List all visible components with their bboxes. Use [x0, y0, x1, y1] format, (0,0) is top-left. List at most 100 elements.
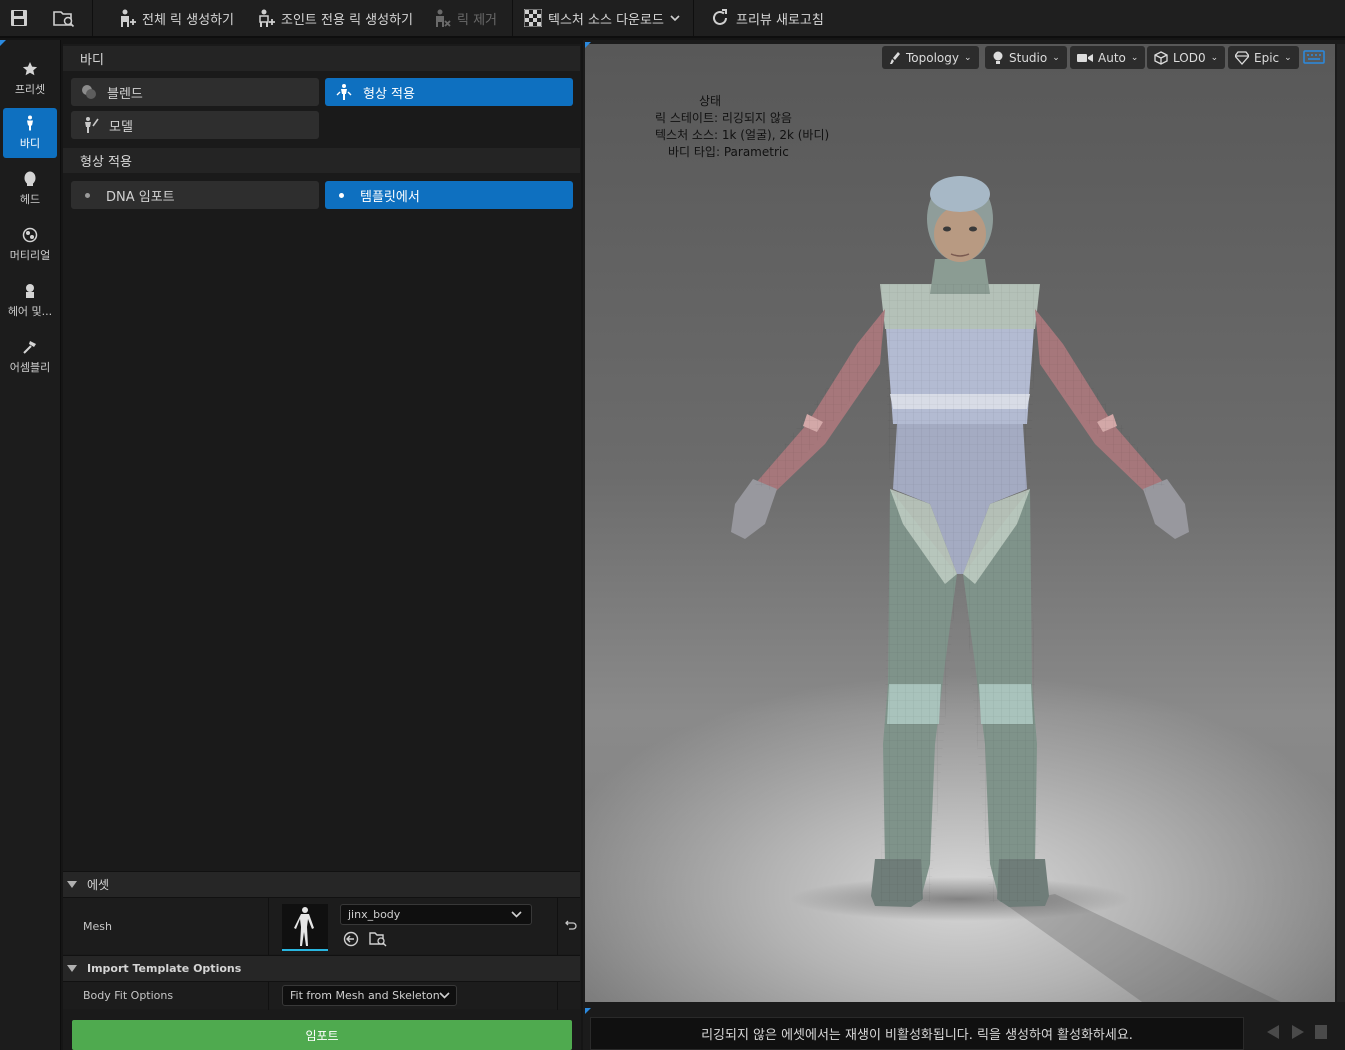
- body-fit-options-row: Body Fit Options Fit from Mesh and Skele…: [63, 981, 580, 1010]
- joints-rig-icon: [259, 9, 275, 27]
- keyboard-icon[interactable]: [1303, 50, 1325, 67]
- chevron-down-icon: ⌄: [964, 52, 972, 63]
- brush-icon: [890, 51, 900, 64]
- model-label: 모델: [109, 119, 133, 135]
- asset-section-title: 에셋: [87, 878, 110, 892]
- import-options-header[interactable]: Import Template Options: [63, 955, 580, 981]
- fit-shape-button[interactable]: 형상 적용: [325, 78, 573, 106]
- character-model: [731, 176, 1281, 1002]
- dna-import-label: DNA 임포트: [106, 189, 175, 205]
- collapse-arrow-icon: [67, 965, 77, 972]
- chevron-down-icon: ⌄: [1130, 52, 1139, 63]
- nav-item-label: 헤드: [19, 193, 41, 206]
- body-section-header: 바디: [63, 46, 580, 71]
- nav-item-label: 어셈블리: [9, 361, 51, 374]
- refresh-icon: [713, 9, 727, 25]
- chevron-down-icon: [439, 992, 450, 999]
- fit-section-title: 형상 적용: [80, 155, 132, 170]
- corner-marker: [0, 40, 6, 46]
- fit-shape-label: 형상 적용: [363, 86, 415, 102]
- lod-label: LOD0: [1173, 50, 1206, 65]
- radio-dot-icon: [339, 192, 344, 198]
- nav-item-label: 바디: [19, 137, 41, 150]
- nav-item-head[interactable]: 헤드: [3, 164, 57, 214]
- body-icon: [27, 115, 33, 131]
- studio-label: Studio: [1009, 50, 1048, 65]
- preview-viewport[interactable]: [585, 44, 1335, 1002]
- from-template-button[interactable]: 템플릿에서: [325, 181, 573, 209]
- nav-item-presets[interactable]: 프리셋: [3, 54, 57, 104]
- playback-disabled-message: 리깅되지 않은 에셋에서는 재생이 비활성화됩니다. 릭을 생성하여 활성화하세…: [701, 1028, 1133, 1043]
- browse-asset-icon[interactable]: [53, 0, 75, 36]
- import-button-label: 임포트: [305, 1028, 339, 1043]
- star-icon: [22, 62, 38, 76]
- use-selected-asset-icon[interactable]: [343, 931, 359, 947]
- blend-button[interactable]: 블렌드: [71, 78, 319, 106]
- body-section-title: 바디: [80, 53, 104, 68]
- nav-item-label: 프리셋: [14, 83, 46, 96]
- camera-auto-dropdown[interactable]: Auto ⌄: [1070, 46, 1146, 69]
- nav-item-hair[interactable]: 헤어 및...: [3, 276, 57, 326]
- remove-rig-button[interactable]: 릭 제거: [431, 0, 497, 36]
- nav-item-label: 헤어 및...: [7, 305, 53, 318]
- nav-item-materials[interactable]: 머티리얼: [3, 220, 57, 270]
- studio-dropdown[interactable]: Studio ⌄: [985, 46, 1067, 69]
- main-toolbar: 전체 릭 생성하기 조인트 전용 릭 생성하기 릭 제거 텍스처 소스 다운로드…: [0, 0, 1345, 38]
- download-texture-source-label: 텍스처 소스 다운로드: [548, 12, 664, 28]
- nav-item-assembly[interactable]: 어셈블리: [3, 332, 57, 382]
- radio-dot-icon: [85, 192, 90, 198]
- hammer-icon: [23, 341, 36, 354]
- rig-icon: [121, 9, 136, 27]
- save-icon[interactable]: [10, 0, 28, 36]
- chevron-down-icon: ⌄: [1284, 52, 1292, 63]
- topology-dropdown[interactable]: Topology ⌄: [882, 46, 979, 69]
- cube-icon: [1154, 50, 1168, 65]
- mesh-thumbnail[interactable]: [282, 904, 328, 951]
- from-template-label: 템플릿에서: [360, 189, 420, 205]
- quality-dropdown[interactable]: Epic ⌄: [1228, 46, 1299, 69]
- create-full-rig-button[interactable]: 전체 릭 생성하기: [116, 0, 234, 36]
- nav-item-body[interactable]: 바디: [3, 108, 57, 158]
- import-options-title: Import Template Options: [87, 962, 242, 975]
- stop-icon[interactable]: [1314, 1024, 1328, 1040]
- play-forward-icon[interactable]: [1290, 1024, 1306, 1040]
- model-button[interactable]: 모델: [71, 111, 319, 139]
- blend-label: 블렌드: [107, 86, 143, 102]
- diamond-icon: [1235, 50, 1249, 65]
- body-panel: 바디 블렌드 형상 적용 모델 형상 적용 DNA 임포트 템플릿에서 에셋 M…: [63, 44, 581, 1050]
- checker-icon: [524, 9, 542, 27]
- lod-dropdown[interactable]: LOD0 ⌄: [1147, 46, 1226, 69]
- reset-to-default-icon[interactable]: [565, 919, 577, 931]
- mesh-dropdown[interactable]: jinx_body: [340, 904, 532, 925]
- mesh-property-row: Mesh jinx_body: [63, 897, 580, 955]
- remove-rig-label: 릭 제거: [457, 12, 498, 28]
- refresh-preview-label: 프리뷰 새로고침: [736, 12, 824, 28]
- model-icon: [85, 117, 99, 133]
- auto-label: Auto: [1098, 50, 1126, 65]
- body-fit-dropdown[interactable]: Fit from Mesh and Skeleton: [282, 985, 457, 1006]
- chevron-down-icon: [670, 15, 680, 22]
- chevron-down-icon: ⌄: [1052, 52, 1060, 63]
- nav-item-label: 머티리얼: [9, 249, 51, 262]
- mesh-value: jinx_body: [348, 908, 401, 921]
- mesh-label: Mesh: [83, 920, 112, 933]
- collapse-arrow-icon: [67, 881, 77, 888]
- download-texture-source-button[interactable]: 텍스처 소스 다운로드: [524, 0, 680, 36]
- body-fit-label: Body Fit Options: [83, 989, 174, 1002]
- body-type-text: 바디 타입: Parametric: [668, 145, 789, 159]
- browse-asset-icon[interactable]: [369, 931, 387, 947]
- status-title: 상태: [698, 94, 722, 108]
- chevron-down-icon: [511, 911, 522, 918]
- fit-shape-icon: [336, 84, 352, 100]
- refresh-preview-button[interactable]: 프리뷰 새로고침: [710, 0, 824, 36]
- dna-import-button[interactable]: DNA 임포트: [71, 181, 319, 209]
- camera-icon: [1077, 53, 1093, 62]
- asset-section-header[interactable]: 에셋: [63, 871, 580, 897]
- create-full-rig-label: 전체 릭 생성하기: [142, 12, 234, 28]
- epic-label: Epic: [1254, 50, 1280, 65]
- viewport-scroll-strip: [1337, 44, 1345, 1002]
- viewport-corner-marker: [585, 1008, 591, 1014]
- play-backward-icon[interactable]: [1265, 1024, 1281, 1040]
- create-joints-rig-button[interactable]: 조인트 전용 릭 생성하기: [255, 0, 413, 36]
- import-button[interactable]: 임포트: [72, 1020, 572, 1050]
